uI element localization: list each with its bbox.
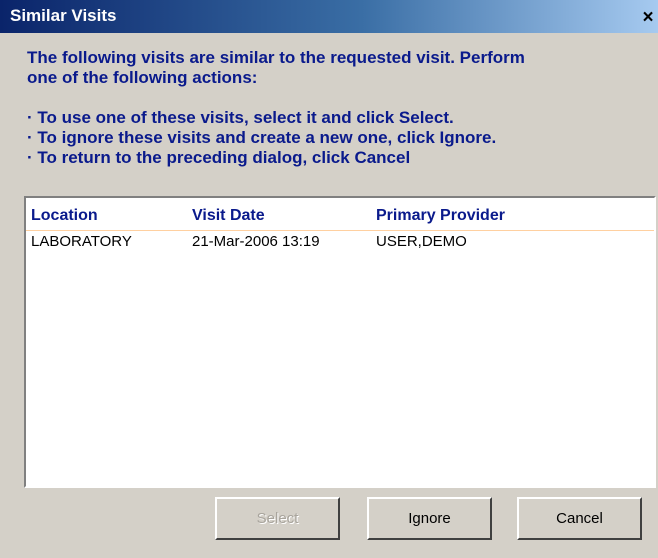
instructions-intro: The following visits are similar to the … bbox=[27, 48, 525, 87]
visits-list[interactable]: Location Visit Date Primary Provider LAB… bbox=[24, 196, 656, 488]
visit-date: 21-Mar-2006 13:19 bbox=[192, 233, 320, 250]
visit-location: LABORATORY bbox=[31, 233, 132, 250]
ignore-button[interactable]: Ignore bbox=[367, 497, 492, 540]
list-header: Location Visit Date Primary Provider bbox=[26, 202, 654, 231]
select-button[interactable]: Select bbox=[215, 497, 340, 540]
option-select: · To use one of these visits, select it … bbox=[27, 108, 454, 127]
instructions-options: · To use one of these visits, select it … bbox=[27, 108, 647, 168]
column-header-primary-provider[interactable]: Primary Provider bbox=[376, 202, 505, 230]
option-cancel: · To return to the preceding dialog, cli… bbox=[27, 148, 411, 167]
window-title: Similar Visits bbox=[10, 6, 117, 25]
instructions: The following visits are similar to the … bbox=[27, 48, 647, 168]
button-bar: Select Ignore Cancel bbox=[0, 497, 658, 542]
option-ignore: · To ignore these visits and create a ne… bbox=[27, 128, 497, 147]
close-icon[interactable]: × bbox=[640, 8, 656, 27]
similar-visits-dialog: Similar Visits × The following visits ar… bbox=[0, 0, 658, 558]
cancel-button[interactable]: Cancel bbox=[517, 497, 642, 540]
column-header-visit-date[interactable]: Visit Date bbox=[192, 202, 265, 230]
title-bar: Similar Visits × bbox=[0, 0, 658, 33]
list-body: LABORATORY 21-Mar-2006 13:19 USER,DEMO bbox=[26, 231, 654, 253]
visit-provider: USER,DEMO bbox=[376, 233, 467, 250]
list-item[interactable]: LABORATORY 21-Mar-2006 13:19 USER,DEMO bbox=[26, 231, 654, 253]
column-header-location[interactable]: Location bbox=[31, 202, 98, 230]
